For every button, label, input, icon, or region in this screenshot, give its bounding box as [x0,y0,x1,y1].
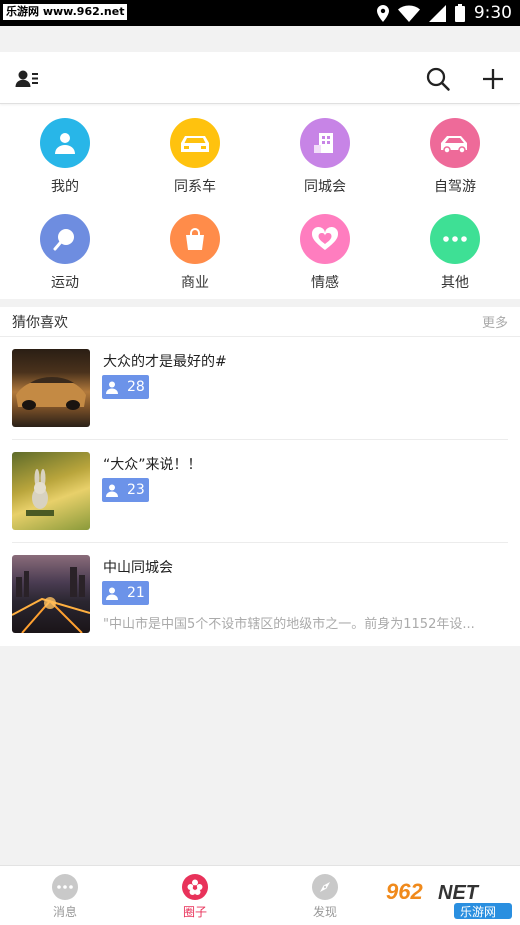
category-label: 商业 [181,275,209,291]
building-icon [300,118,350,168]
svg-text:962: 962 [386,879,423,904]
chat-bubble-icon [52,874,78,900]
location-icon [376,4,389,22]
member-count-badge: 28 [102,375,149,399]
tab-circle[interactable]: 圈子 [130,866,260,925]
category-label: 我的 [51,179,79,195]
tab-label: 发现 [312,905,337,919]
tab-label: 圈子 [182,905,207,919]
category-other[interactable]: 其他 [390,214,520,310]
tab-messages[interactable]: 消息 [0,866,130,925]
racket-icon [40,214,90,264]
person-icon [106,484,118,497]
taxi-icon [430,118,480,168]
member-count: 28 [127,379,145,395]
group-thumbnail [12,452,90,530]
wifi-icon [397,5,420,22]
category-label: 情感 [311,275,339,291]
heart-icon [300,214,350,264]
watermark-text: 乐游网 www.962.net [3,4,128,20]
svg-text:NET: NET [438,882,480,904]
car-icon [170,118,220,168]
signal-icon [428,4,446,22]
person-icon [40,118,90,168]
circle-flower-icon [182,874,208,900]
category-label: 同系车 [174,179,216,195]
recommend-section: 猜你喜欢 更多 大众的才是最好的# 28 “大众”来说！！ 23 中山同城会 2… [0,307,520,646]
category-business[interactable]: 商业 [130,214,260,310]
member-count-badge: 23 [102,478,149,502]
list-item[interactable]: “大众”来说！！ 23 [12,440,508,543]
category-self-drive[interactable]: 自驾游 [390,118,520,214]
category-my[interactable]: 我的 [0,118,130,214]
group-title: 大众的才是最好的# [103,354,227,370]
section-header: 猜你喜欢 更多 [0,307,520,337]
member-count: 21 [127,585,145,601]
compass-icon [312,874,338,900]
person-icon [106,381,118,394]
group-description: "中山市是中国5个不设市辖区的地级市之一。前身为1152年设... [103,617,475,632]
group-thumbnail [12,555,90,633]
top-bar [0,52,520,104]
more-dots-icon [430,214,480,264]
member-count-badge: 21 [102,581,149,605]
shopping-bag-icon [170,214,220,264]
category-label: 自驾游 [434,179,476,195]
contacts-icon[interactable] [14,66,40,92]
category-grid: 我的 同系车 同城会 自驾游 运动 商业 情感 其他 [0,104,520,299]
category-label: 其他 [441,275,469,291]
spacer [0,26,520,52]
category-label: 同城会 [304,179,346,195]
add-icon[interactable] [480,66,506,92]
list-item[interactable]: 大众的才是最好的# 28 [12,337,508,440]
list-item[interactable]: 中山同城会 21 "中山市是中国5个不设市辖区的地级市之一。前身为1152年设.… [12,543,508,646]
clock: 9:30 [473,3,512,23]
battery-icon [454,4,465,22]
search-icon[interactable] [425,66,451,92]
status-bar: 乐游网 www.962.net 9:30 [0,0,520,26]
category-same-car[interactable]: 同系车 [130,118,260,214]
person-icon [106,587,118,600]
more-link[interactable]: 更多 [482,312,508,331]
category-label: 运动 [51,275,79,291]
section-title: 猜你喜欢 [12,314,68,331]
group-title: “大众”来说！！ [103,457,202,473]
group-thumbnail [12,349,90,427]
category-same-city[interactable]: 同城会 [260,118,390,214]
member-count: 23 [127,482,145,498]
watermark-logo: 962 NET 乐游网 [382,877,514,921]
category-emotion[interactable]: 情感 [260,214,390,310]
svg-text:乐游网: 乐游网 [460,905,496,919]
category-sports[interactable]: 运动 [0,214,130,310]
tab-discover[interactable]: 发现 [260,866,390,925]
group-title: 中山同城会 [103,560,173,576]
tab-label: 消息 [52,905,77,919]
